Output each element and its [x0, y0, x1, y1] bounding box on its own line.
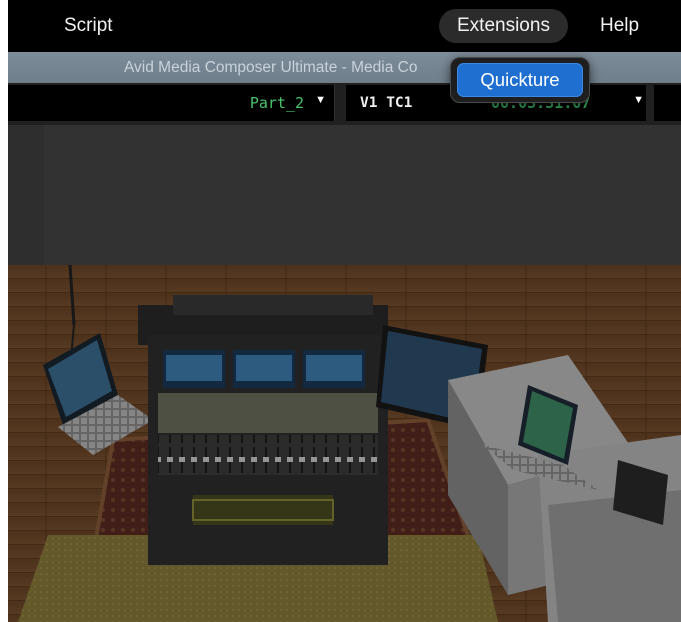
studio-photo	[8, 265, 681, 622]
sequence-selector[interactable]: Part_2 ▼	[8, 85, 335, 121]
menu-help[interactable]: Help	[582, 9, 657, 43]
timeline-header-end	[654, 85, 681, 121]
viewer-panel	[8, 125, 681, 265]
chevron-down-icon[interactable]: ▼	[633, 94, 644, 106]
window-title: Avid Media Composer Ultimate - Media Co	[124, 59, 418, 76]
studio-photo-illustration	[8, 265, 681, 622]
menu-item-quickture[interactable]: Quickture	[457, 63, 583, 97]
viewer-strip	[8, 125, 44, 265]
timecode-track-label: V1 TC1	[360, 95, 413, 111]
menu-script[interactable]: Script	[46, 9, 131, 43]
extensions-menu: Quickture	[450, 57, 590, 103]
menu-bar: Script Extensions Help	[8, 0, 681, 52]
app-window: Script Extensions Help Avid Media Compos…	[8, 0, 681, 622]
menu-extensions[interactable]: Extensions	[439, 9, 568, 43]
sequence-name: Part_2	[249, 94, 304, 112]
chevron-down-icon[interactable]: ▼	[315, 94, 326, 106]
